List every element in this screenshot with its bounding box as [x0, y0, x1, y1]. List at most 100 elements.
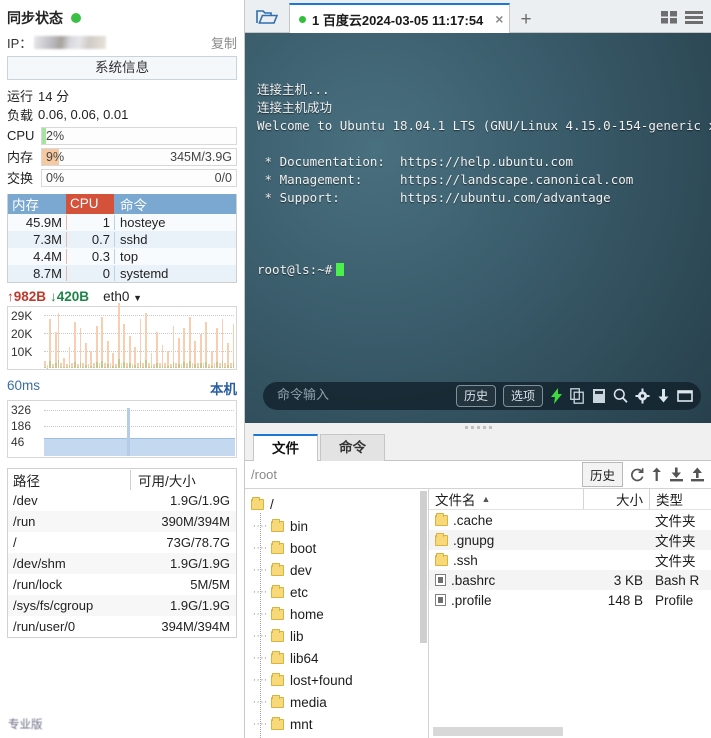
tree-node[interactable]: ···· lib: [249, 625, 428, 647]
file-row[interactable]: .bashrc 3 KB Bash R: [429, 570, 711, 590]
lightning-icon[interactable]: [550, 388, 563, 404]
disk-row[interactable]: / 73G/78.7G: [8, 532, 236, 553]
copy-icon[interactable]: [570, 388, 585, 404]
network-bar: [156, 331, 158, 368]
tree-node[interactable]: ···· lost+found: [249, 669, 428, 691]
paste-icon[interactable]: [592, 388, 606, 404]
close-icon[interactable]: ×: [495, 11, 503, 27]
file-name-cell: .bashrc: [429, 573, 583, 588]
disk-row[interactable]: /dev 1.9G/1.9G: [8, 490, 236, 511]
disk-row[interactable]: /run 390M/394M: [8, 511, 236, 532]
terminal-output[interactable]: 连接主机... 连接主机成功 Welcome to Ubuntu 18.04.1 L…: [245, 33, 711, 423]
terminal-line: * Management: https://landscape.canonica…: [257, 172, 634, 187]
disk-row[interactable]: /run/lock 5M/5M: [8, 574, 236, 595]
network-bar-secondary: [71, 367, 74, 368]
process-row[interactable]: 7.3M 0.7 sshd: [8, 231, 236, 248]
hamburger-menu-icon[interactable]: [685, 10, 703, 28]
cpu-label: CPU: [7, 128, 35, 143]
download-icon[interactable]: [657, 388, 670, 404]
process-header-cpu[interactable]: CPU: [66, 194, 114, 214]
network-bar-secondary: [139, 361, 142, 368]
file-row[interactable]: .cache 文件夹: [429, 510, 711, 530]
copy-ip-button[interactable]: 复制: [211, 33, 237, 52]
network-bar-secondary: [191, 367, 194, 368]
up-level-icon[interactable]: [651, 467, 663, 482]
file-history-button[interactable]: 历史: [581, 462, 623, 487]
file-list-header-type[interactable]: 类型: [649, 489, 711, 509]
tab-commands[interactable]: 命令: [320, 434, 385, 461]
folder-icon: [251, 496, 264, 510]
search-icon[interactable]: [613, 388, 628, 404]
tree-node-label: boot: [290, 540, 317, 556]
open-folder-icon[interactable]: [245, 1, 289, 33]
tree-scrollbar[interactable]: [420, 491, 427, 643]
refresh-icon[interactable]: [629, 467, 645, 482]
network-bar: [142, 363, 145, 368]
file-list-horizontal-scrollbar[interactable]: [433, 727, 563, 736]
network-bar-secondary: [224, 367, 227, 368]
terminal-tab[interactable]: 1 百度云2024-03-05 11:17:54 ×: [289, 3, 511, 33]
command-input-bar[interactable]: 命令输入 历史 选项: [263, 382, 701, 410]
file-row[interactable]: .ssh 文件夹: [429, 550, 711, 570]
system-info-button[interactable]: 系统信息: [7, 56, 237, 80]
network-ytick-20k: 20K: [11, 327, 33, 341]
command-input-placeholder[interactable]: 命令输入: [277, 387, 329, 405]
network-bar: [104, 363, 106, 368]
network-bar-secondary: [109, 367, 112, 368]
grid-view-icon[interactable]: [661, 10, 678, 28]
network-bar-secondary: [145, 360, 147, 368]
file-icon: [435, 594, 446, 606]
terminal-prompt: root@ls:~#: [257, 262, 333, 277]
process-header-memory[interactable]: 内存: [8, 194, 66, 214]
window-icon[interactable]: [677, 388, 693, 404]
file-row[interactable]: .profile 148 B Profile: [429, 590, 711, 610]
gear-icon[interactable]: [635, 388, 650, 404]
tab-files[interactable]: 文件: [253, 434, 318, 461]
network-bar: [186, 363, 188, 368]
disk-row[interactable]: /dev/shm 1.9G/1.9G: [8, 553, 236, 574]
sync-status-row: 同步状态: [0, 0, 244, 32]
disk-path: /dev/shm: [13, 556, 66, 571]
new-tab-button[interactable]: +: [510, 10, 541, 33]
process-row[interactable]: 45.9M 1 hosteye: [8, 214, 236, 231]
tree-node[interactable]: ···· etc: [249, 581, 428, 603]
network-bar-secondary: [79, 362, 82, 368]
file-list-header-size[interactable]: 大小: [583, 489, 649, 509]
download-icon[interactable]: [669, 467, 684, 482]
disk-row[interactable]: /sys/fs/cgroup 1.9G/1.9G: [8, 595, 236, 616]
disk-row[interactable]: /run/user/0 394M/394M: [8, 616, 236, 637]
upload-icon[interactable]: [690, 467, 705, 482]
tree-node[interactable]: ···· media: [249, 691, 428, 713]
command-options-button[interactable]: 选项: [502, 385, 543, 407]
file-path-input[interactable]: [251, 467, 576, 482]
folder-icon: [271, 518, 284, 532]
command-history-button[interactable]: 历史: [455, 385, 496, 407]
file-row[interactable]: .gnupg 文件夹: [429, 530, 711, 550]
network-interface-select[interactable]: eth0 ▼: [103, 289, 142, 304]
directory-tree[interactable]: / ···· bin ···· boot ···· dev ···· etc ···· home ··…: [245, 489, 429, 738]
tree-node[interactable]: ···· bin: [249, 515, 428, 537]
disk-header-path[interactable]: 路径: [8, 470, 130, 490]
terminal-prompt-line: root@ls:~#: [257, 261, 711, 279]
swap-usage-bar: 0% 0/0: [41, 168, 237, 187]
network-bar-secondary: [85, 364, 87, 368]
network-bar: [71, 363, 74, 368]
cpu-usage-percent: 2%: [46, 128, 65, 143]
process-row[interactable]: 4.4M 0.3 top: [8, 248, 236, 265]
panel-resize-handle[interactable]: [245, 423, 711, 432]
tree-node[interactable]: /: [249, 493, 428, 515]
tree-node[interactable]: ···· home: [249, 603, 428, 625]
file-name-cell: .gnupg: [429, 532, 583, 548]
network-traffic-chart: 29K 20K 10K: [7, 303, 237, 370]
tree-node[interactable]: ···· mnt: [249, 713, 428, 735]
network-bar-secondary: [87, 367, 90, 368]
network-bar: [164, 363, 167, 368]
tree-node[interactable]: ···· boot: [249, 537, 428, 559]
tree-node[interactable]: ···· dev: [249, 559, 428, 581]
process-header-command[interactable]: 命令: [114, 194, 147, 214]
file-list-header-name[interactable]: 文件名 ▲: [429, 489, 583, 509]
process-row[interactable]: 8.7M 0 systemd: [8, 265, 236, 282]
disk-header-size[interactable]: 可用/大小: [130, 469, 236, 490]
tree-node[interactable]: ···· lib64: [249, 647, 428, 669]
terminal-tab-label: 1 百度云2024-03-05 11:17:54: [312, 12, 484, 28]
